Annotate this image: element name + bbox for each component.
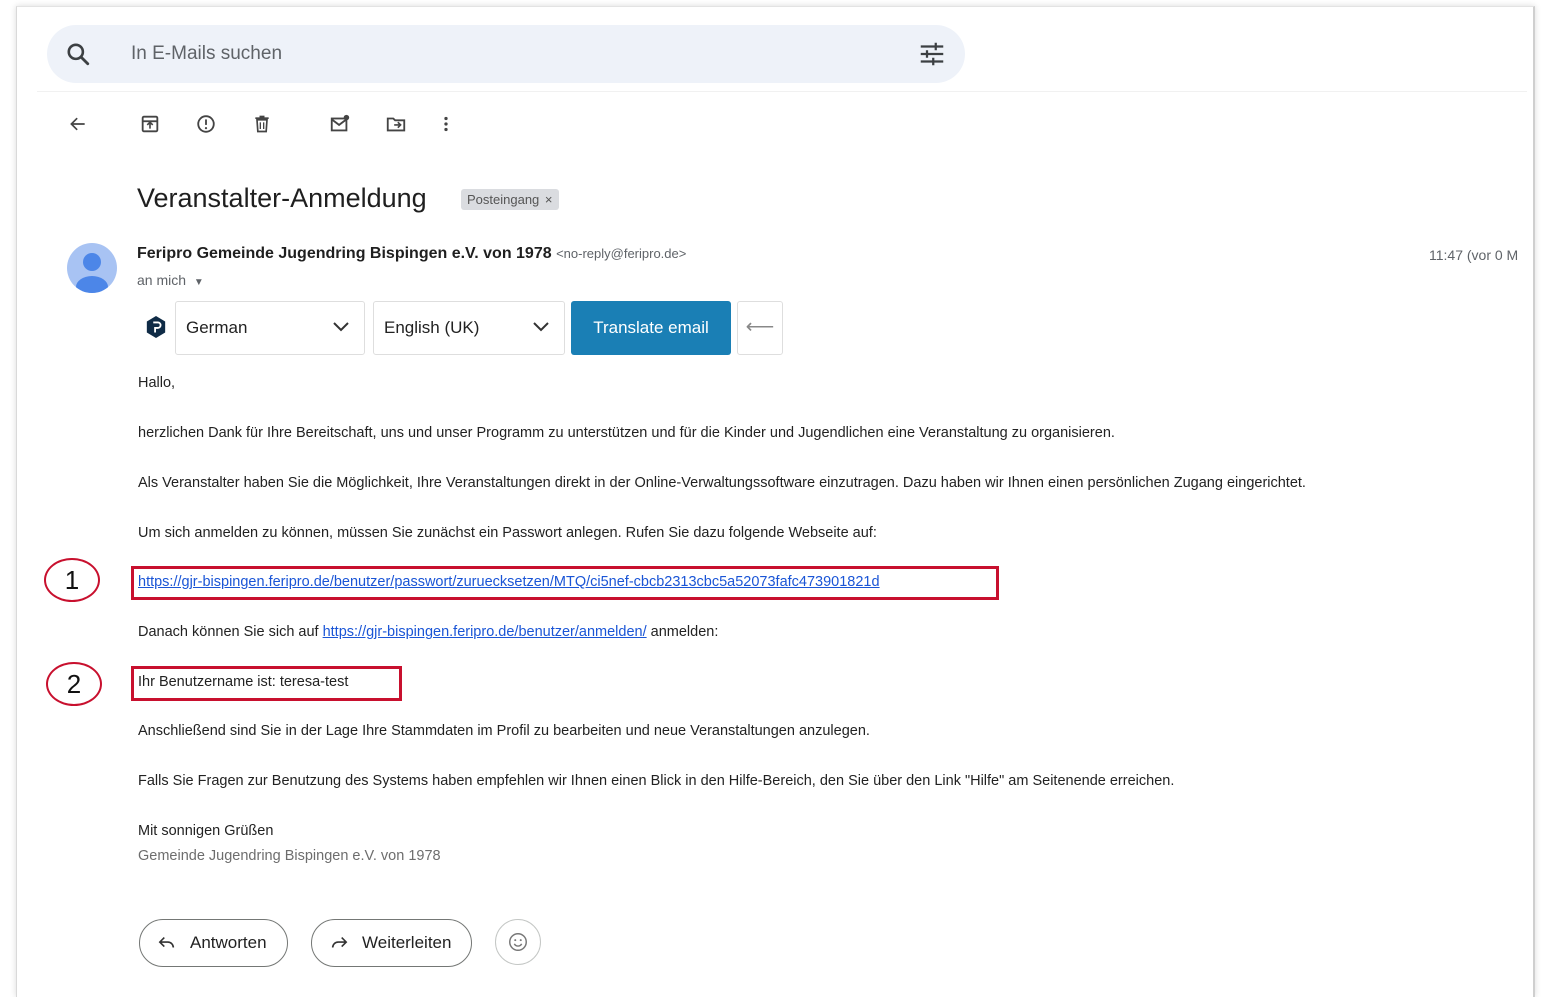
translator-logo-icon [146,316,166,338]
reply-button[interactable]: Antworten [139,919,288,967]
search-bar[interactable]: In E-Mails suchen [47,25,965,83]
source-language-select[interactable]: German [175,301,365,355]
delete-icon[interactable] [249,111,275,137]
emoji-reaction-button[interactable] [495,919,541,965]
reply-label: Antworten [190,933,267,952]
chevron-down-icon[interactable]: ▼ [194,277,204,288]
annotation-marker-1: 1 [44,558,100,602]
recipient-label: an mich [137,272,187,288]
login-link[interactable]: https://gjr-bispingen.feripro.de/benutze… [323,624,647,640]
swap-back-button[interactable]: ⟵ [737,301,783,355]
label-chip[interactable]: Posteingang × [461,189,559,210]
source-language-value: German [186,318,248,337]
label-chip-text: Posteingang [467,192,540,207]
divider [37,91,1527,92]
sender: Feripro Gemeinde Jugendring Bispingen e.… [137,245,686,263]
forward-button[interactable]: Weiterleiten [311,919,473,967]
target-language-value: English (UK) [384,318,480,337]
sender-email: <no-reply@feripro.de> [556,246,687,261]
paragraph-3: Um sich anmelden zu können, müssen Sie z… [138,525,877,541]
mail-window: In E-Mails suchen Veranstalter-Anmeldung… [16,6,1535,997]
search-input[interactable]: In E-Mails suchen [131,43,282,65]
back-arrow-icon[interactable] [65,111,91,137]
message-time: 11:47 (vor 0 M [1429,247,1519,263]
paragraph-4-after: anmelden: [646,624,719,640]
signature: Gemeinde Jugendring Bispingen e.V. von 1… [138,848,441,864]
archive-icon[interactable] [137,111,163,137]
highlight-box-username [131,666,402,701]
tune-icon[interactable] [917,39,947,69]
paragraph-6: Falls Sie Fragen zur Benutzung des Syste… [138,773,1175,789]
greeting: Hallo, [138,375,176,391]
email-subject: Veranstalter-Anmeldung [137,183,427,213]
annotation-marker-2: 2 [46,662,102,706]
target-language-select[interactable]: English (UK) [373,301,565,355]
paragraph-2: Als Veranstalter haben Sie die Möglichke… [138,475,1306,491]
paragraph-4-before: Danach können Sie sich auf [138,624,323,640]
search-icon[interactable] [65,41,91,67]
chevron-down-icon [333,322,349,332]
paragraph-1: herzlichen Dank für Ihre Bereitschaft, u… [138,425,1115,441]
translate-email-button[interactable]: Translate email [571,301,731,355]
recipient-details[interactable]: an mich ▼ [137,272,204,288]
mark-unread-icon[interactable] [327,111,353,137]
sender-name: Feripro Gemeinde Jugendring Bispingen e.… [137,245,552,262]
forward-icon [331,937,348,948]
paragraph-5: Anschließend sind Sie in der Lage Ihre S… [138,723,870,739]
more-vert-icon[interactable] [433,111,459,137]
report-spam-icon[interactable] [193,111,219,137]
highlight-box-reset-link [131,566,999,600]
reply-icon [158,937,175,948]
move-to-icon[interactable] [383,111,409,137]
emoji-icon [509,933,527,951]
paragraph-4: Danach können Sie sich auf https://gjr-b… [138,624,718,640]
avatar[interactable] [67,243,117,293]
chevron-down-icon [533,322,549,332]
forward-label: Weiterleiten [362,933,452,952]
remove-label-icon[interactable]: × [545,192,553,207]
closing: Mit sonnigen Grüßen [138,823,274,839]
